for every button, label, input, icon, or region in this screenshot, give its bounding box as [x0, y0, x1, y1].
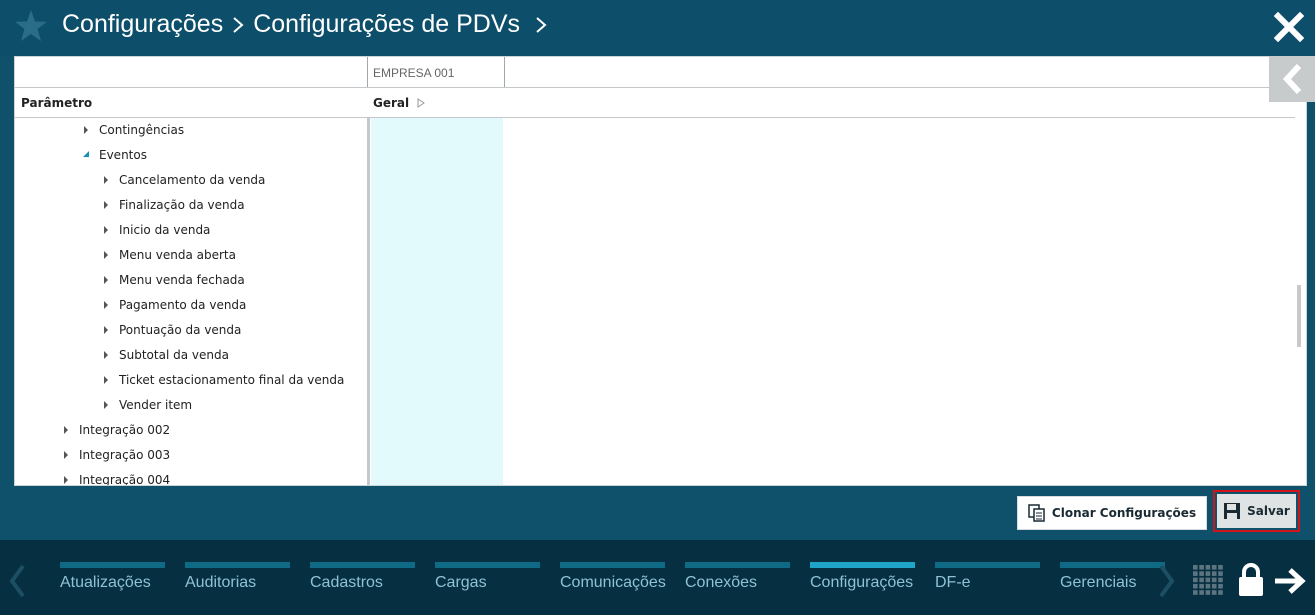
tree-node[interactable]: Finalização da venda	[103, 195, 245, 215]
caret-right-icon[interactable]	[63, 476, 69, 484]
caret-right-icon[interactable]	[103, 376, 109, 384]
column-divider	[367, 57, 368, 87]
title-bar: Configurações Configurações de PDVs	[0, 0, 1315, 56]
tree-node-label: Integração 002	[79, 423, 171, 437]
caret-right-icon[interactable]	[103, 401, 109, 409]
nav-item-label: Auditorias	[185, 574, 257, 591]
company-column-header: EMPRESA 001	[373, 66, 455, 80]
caret-right-icon[interactable]	[103, 226, 109, 234]
floppy-disk-icon	[1224, 503, 1241, 519]
tree-node-label: Pontuação da venda	[119, 323, 242, 337]
tree-node-label: Eventos	[99, 148, 147, 162]
column-divider	[504, 57, 505, 87]
nav-item-bar	[560, 562, 665, 568]
clone-config-label: Clonar Configurações	[1051, 506, 1197, 520]
nav-item-bar	[185, 562, 290, 568]
tree-node-label: Menu venda aberta	[119, 248, 236, 262]
caret-right-icon[interactable]	[103, 201, 109, 209]
nav-item-bar	[935, 562, 1040, 568]
nav-item-label: Gerenciais	[1060, 574, 1137, 591]
nav-item-label: Comunicações	[560, 574, 666, 591]
caret-right-icon[interactable]	[103, 276, 109, 284]
nav-item-label: Conexões	[685, 574, 758, 591]
header-divider	[15, 117, 1295, 118]
breadcrumb-item[interactable]: Configurações	[62, 10, 223, 39]
breadcrumb: Configurações Configurações de PDVs	[62, 10, 556, 39]
nav-item-bar	[1060, 562, 1165, 568]
tree-node-label: Inicio da venda	[119, 223, 211, 237]
caret-right-icon[interactable]	[83, 126, 89, 134]
nav-item-label: Configurações	[810, 574, 914, 591]
save-button[interactable]: Salvar	[1217, 494, 1296, 528]
lock-icon[interactable]	[1236, 562, 1266, 598]
logout-arrow-icon[interactable]	[1273, 567, 1307, 595]
tree-node[interactable]: Pagamento da venda	[103, 295, 246, 315]
caret-expanded-icon[interactable]	[83, 151, 89, 159]
star-icon[interactable]	[14, 9, 48, 43]
nav-item-label: DF-e	[935, 574, 971, 591]
tree-node-label: Integração 004	[79, 473, 171, 486]
caret-right-icon[interactable]	[63, 426, 69, 434]
tree-node-label: Cancelamento da venda	[119, 173, 266, 187]
caret-right-icon[interactable]	[103, 301, 109, 309]
tree-node-label: Pagamento da venda	[119, 298, 247, 312]
tree-node-label: Ticket estacionamento final da venda	[119, 373, 345, 387]
collapse-panel-button[interactable]	[1269, 56, 1315, 102]
tree-node-label: Contingências	[99, 123, 185, 137]
close-icon[interactable]	[1274, 12, 1304, 42]
tree-node[interactable]: Integração 003	[63, 445, 170, 465]
nav-item-label: Cadastros	[310, 574, 383, 591]
chevron-right-icon	[233, 16, 244, 33]
nav-item-bar	[685, 562, 790, 568]
tree-node-label: Finalização da venda	[119, 198, 245, 212]
tree-node[interactable]: Integração 002	[63, 420, 170, 440]
bottom-navigation: Atualizações Auditorias Cadastros Cargas Com…	[0, 540, 1315, 615]
clone-config-button[interactable]: Clonar Configurações	[1017, 496, 1207, 530]
geral-column-header[interactable]: Geral	[373, 96, 426, 110]
save-label: Salvar	[1247, 504, 1290, 518]
geral-value-column[interactable]	[371, 118, 503, 485]
tree-node[interactable]: Pontuação da venda	[103, 320, 241, 340]
tree-node[interactable]: Contingências	[83, 120, 184, 140]
tree-node[interactable]: Menu venda fechada	[103, 270, 245, 290]
expand-right-icon[interactable]	[417, 98, 426, 108]
copy-icon	[1028, 504, 1045, 522]
nav-previous-icon[interactable]	[8, 564, 26, 598]
nav-item-bar	[60, 562, 165, 568]
tree-node[interactable]: Eventos	[83, 145, 147, 165]
chevron-left-icon	[1282, 64, 1302, 94]
chevron-right-icon[interactable]	[530, 12, 552, 38]
nav-item-bar	[435, 562, 540, 568]
nav-item-label: Cargas	[435, 574, 487, 591]
caret-right-icon[interactable]	[63, 451, 69, 459]
column-resize-handle[interactable]	[367, 118, 370, 485]
caret-right-icon[interactable]	[103, 251, 109, 259]
config-table: EMPRESA 001 Parâmetro Geral Contingência…	[14, 56, 1307, 486]
tree-node[interactable]: Inicio da venda	[103, 220, 210, 240]
tree-node[interactable]: Menu venda aberta	[103, 245, 236, 265]
nav-item-bar	[810, 562, 915, 568]
tree-node-label: Integração 003	[79, 448, 171, 462]
tree-node-label: Menu venda fechada	[119, 273, 245, 287]
nav-item-bar	[310, 562, 415, 568]
caret-right-icon[interactable]	[103, 176, 109, 184]
header-divider	[15, 87, 1295, 88]
tree-node[interactable]: Integração 004	[63, 470, 171, 486]
tree-node[interactable]: Ticket estacionamento final da venda	[103, 370, 344, 390]
tree-node-label: Subtotal da venda	[119, 348, 229, 362]
tree-node-label: Vender item	[119, 398, 193, 412]
nav-next-icon[interactable]	[1158, 564, 1176, 598]
tree-node[interactable]: Cancelamento da venda	[103, 170, 265, 190]
caret-right-icon[interactable]	[103, 351, 109, 359]
geral-column-label: Geral	[373, 96, 410, 110]
caret-right-icon[interactable]	[103, 326, 109, 334]
breadcrumb-item[interactable]: Configurações de PDVs	[253, 10, 520, 39]
tree-node[interactable]: Subtotal da venda	[103, 345, 229, 365]
tree-node[interactable]: Vender item	[103, 395, 192, 415]
nav-item-label: Atualizações	[60, 574, 151, 591]
apps-grid-icon[interactable]	[1192, 564, 1224, 596]
parameter-column-header: Parâmetro	[21, 96, 93, 110]
scrollbar-thumb[interactable]	[1297, 285, 1301, 347]
